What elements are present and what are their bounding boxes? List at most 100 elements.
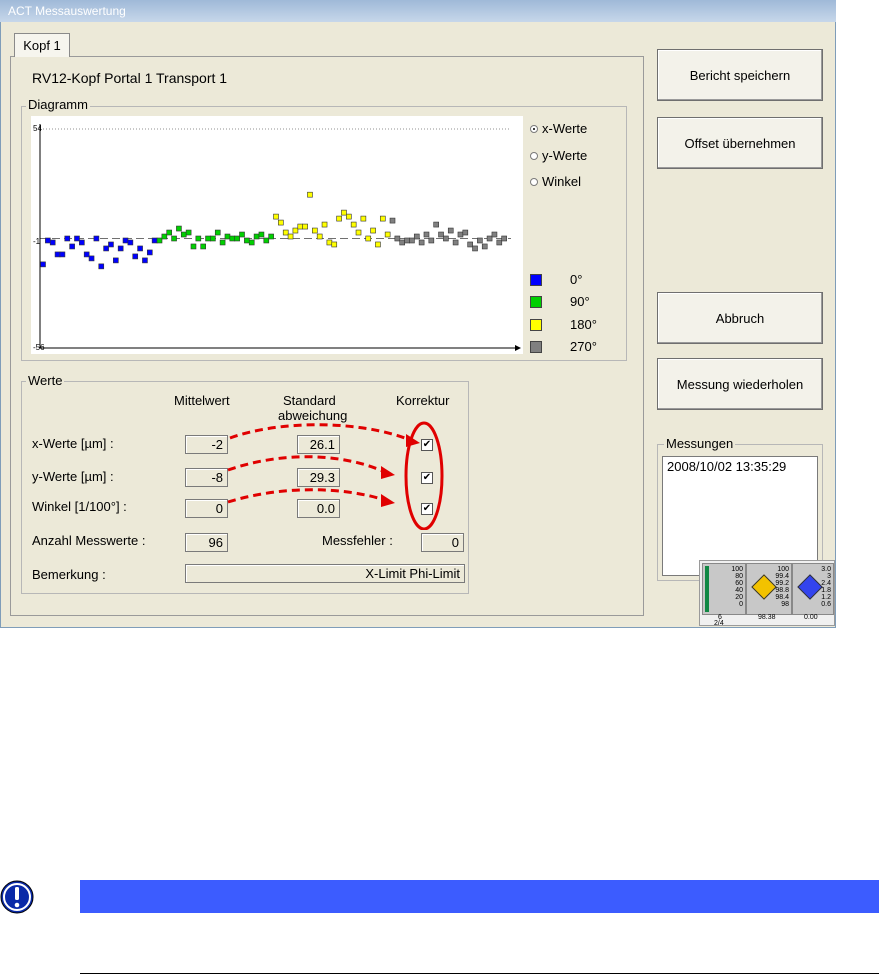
data-point-series-1	[161, 233, 168, 240]
status-widget: 100 80 60 40 20 0 100 99.4 99.2 98.8 98.…	[699, 560, 835, 627]
legend-item-180: 180°	[530, 317, 597, 332]
data-point-series-1	[248, 239, 255, 246]
legend-item-0: 0°	[530, 272, 582, 287]
data-point-series-0	[54, 251, 61, 258]
scale3-3: 1.8	[821, 587, 831, 594]
data-point-series-1	[180, 231, 187, 238]
data-point-series-2	[312, 227, 318, 234]
data-point-series-0	[83, 251, 90, 258]
radio-winkel[interactable]: Winkel	[530, 174, 581, 189]
messfehler-label: Messfehler :	[322, 533, 393, 548]
radio-y-werte[interactable]: y-Werte	[530, 148, 587, 163]
status-panel-1-scale: 100 80 60 40 20 0	[731, 566, 743, 608]
data-point-series-0	[49, 239, 56, 246]
radio-winkel-dot[interactable]	[530, 177, 538, 186]
messungen-list[interactable]: 2008/10/02 13:35:29	[662, 456, 818, 576]
legend-label-90: 90°	[570, 294, 590, 309]
column-mittelwert: Mittelwert	[174, 393, 230, 408]
page-title: RV12-Kopf Portal 1 Transport 1	[32, 70, 228, 86]
scale1-0: 100	[731, 566, 743, 573]
data-point-series-0	[40, 261, 46, 268]
data-point-series-3	[394, 235, 401, 242]
data-point-series-1	[234, 235, 240, 242]
status-panel-3-scale: 3.0 3 2.4 1.8 1.2 0.6	[821, 566, 831, 608]
bericht-speichern-button[interactable]: Bericht speichern	[657, 49, 823, 101]
scale2-1: 99.4	[775, 573, 789, 580]
chart-plot-area	[31, 116, 523, 354]
annotation-circle-korrektur	[404, 421, 444, 530]
data-point-series-2	[360, 215, 367, 222]
row-label-winkel: Winkel [1/100°] :	[32, 499, 127, 514]
werte-group-label: Werte	[26, 373, 65, 388]
blue-diamond-icon	[797, 574, 823, 600]
data-point-series-3	[457, 231, 464, 238]
messungen-group-label: Messungen	[664, 436, 736, 451]
abbruch-button[interactable]: Abbruch	[657, 292, 823, 344]
offset-uebernehmen-button[interactable]: Offset übernehmen	[657, 117, 823, 169]
warning-header-bar	[80, 880, 879, 913]
messung-wiederholen-button[interactable]: Messung wiederholen	[657, 358, 823, 410]
data-point-series-2	[321, 221, 328, 228]
data-point-series-1	[176, 225, 182, 232]
legend-swatch-90	[530, 295, 542, 308]
data-point-series-3	[404, 237, 410, 244]
data-point-series-3	[423, 231, 430, 238]
data-point-series-2	[297, 223, 304, 230]
scale3-4: 1.2	[821, 594, 831, 601]
scale2-2: 99.2	[775, 580, 789, 587]
scale1-1: 80	[735, 573, 743, 580]
data-point-series-1	[166, 229, 173, 236]
column-korrektur: Korrektur	[396, 393, 450, 408]
radio-x-werte[interactable]: x-Werte	[530, 121, 587, 136]
data-point-series-0	[59, 251, 66, 258]
messungen-list-item[interactable]: 2008/10/02 13:35:29	[667, 459, 813, 474]
data-point-series-0	[98, 263, 105, 270]
data-point-series-2	[375, 241, 381, 248]
data-point-series-2	[341, 209, 347, 216]
data-point-series-0	[108, 241, 114, 248]
scale2-5: 98	[781, 601, 789, 608]
data-point-series-0	[146, 249, 153, 256]
radio-x-werte-dot[interactable]	[530, 124, 538, 133]
legend-swatch-270	[530, 340, 542, 353]
data-point-series-0	[142, 257, 148, 264]
data-point-series-2	[346, 213, 352, 220]
data-point-series-1	[229, 235, 236, 242]
tab-kopf-1[interactable]: Kopf 1	[14, 33, 70, 57]
data-point-series-2	[307, 191, 313, 198]
data-point-series-0	[127, 239, 134, 246]
data-point-series-0	[132, 253, 139, 260]
annotation-arrow-winkel	[227, 488, 386, 504]
data-point-series-1	[253, 233, 260, 240]
annotation-arrowhead-y	[381, 466, 395, 479]
correction-annotation	[227, 421, 444, 530]
data-point-series-0	[79, 239, 85, 246]
data-point-series-0	[45, 237, 51, 244]
yellow-diamond-icon	[751, 574, 777, 600]
window-title-bar: ACT Messauswertung	[0, 0, 836, 22]
data-point-series-3	[409, 237, 415, 244]
data-point-series-0	[64, 235, 71, 242]
status-panel-1-bar	[705, 566, 709, 612]
data-point-series-0	[103, 245, 109, 252]
status-panel-2: 100 99.4 99.2 98.8 98.4 98	[746, 563, 792, 615]
bemerkung-label: Bemerkung :	[32, 567, 106, 582]
data-point-series-2	[278, 219, 284, 226]
status-panel-3: 3.0 3 2.4 1.8 1.2 0.6	[792, 563, 834, 615]
radio-y-werte-label: y-Werte	[542, 148, 588, 163]
radio-y-werte-dot[interactable]	[530, 151, 538, 160]
legend-item-90: 90°	[530, 294, 590, 309]
data-point-series-3	[447, 227, 454, 234]
column-standard-line1: Standard	[283, 393, 336, 408]
warning-exclamation-icon	[0, 880, 34, 914]
legend-item-270: 270°	[530, 339, 597, 354]
data-point-series-2	[302, 223, 308, 230]
data-point-series-1	[263, 237, 270, 244]
data-point-series-3	[438, 231, 444, 238]
y-tick-label-bottom: -56	[33, 343, 45, 352]
y-tick-label-top: 54	[33, 124, 42, 133]
data-point-series-2	[379, 215, 386, 222]
data-point-series-1	[239, 231, 245, 238]
data-point-series-2	[370, 227, 376, 234]
data-point-series-2	[384, 231, 391, 238]
